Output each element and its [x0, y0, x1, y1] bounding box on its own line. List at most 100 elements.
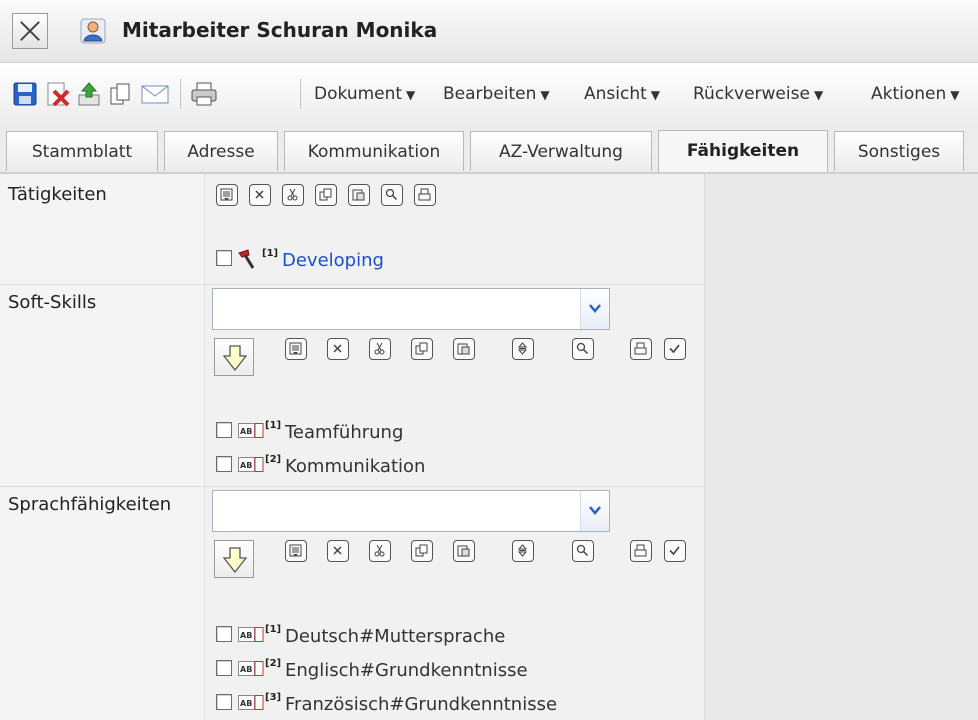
hammer-icon — [238, 249, 255, 269]
list-item: Deutsch#Muttersprache — [285, 626, 506, 647]
text-field-icon: AB — [238, 661, 264, 676]
person-icon — [80, 18, 106, 44]
print-icon[interactable] — [190, 81, 218, 107]
tab-az-verwaltung[interactable]: AZ-Verwaltung — [470, 131, 652, 171]
label-softskills: Soft-Skills — [8, 292, 97, 313]
add-down-button[interactable] — [214, 338, 254, 376]
chevron-down-icon[interactable] — [580, 289, 609, 329]
index-marker: [3] — [265, 692, 282, 703]
text-field-icon: AB — [238, 627, 264, 642]
menu-label: Bearbeiten — [443, 84, 537, 104]
checkbox-kommunikation[interactable] — [216, 456, 232, 472]
print-icon[interactable] — [414, 184, 436, 206]
list-item: Französisch#Grundkenntnisse — [285, 694, 558, 715]
checkbox-developing[interactable] — [216, 250, 232, 266]
paste-icon[interactable] — [453, 540, 475, 562]
paste-icon[interactable] — [348, 184, 370, 206]
check-icon[interactable] — [664, 540, 686, 562]
upload-icon[interactable] — [76, 81, 102, 107]
tab-faehigkeiten[interactable]: Fähigkeiten — [658, 130, 828, 172]
caret-down-icon: ▼ — [540, 88, 550, 102]
insert-icon[interactable] — [285, 540, 307, 562]
tab-sonstiges[interactable]: Sonstiges — [834, 131, 964, 171]
toolbar: Dokument ▼ Bearbeiten ▼ Ansicht ▼ Rückverwe… — [0, 63, 978, 127]
insert-icon[interactable] — [285, 338, 307, 360]
softskills-select[interactable] — [212, 288, 610, 330]
mail-icon[interactable] — [140, 81, 170, 107]
svg-text:AB: AB — [240, 665, 252, 674]
menu-aktionen[interactable]: Aktionen ▼ — [871, 84, 960, 104]
label-sprachfaehigkeiten: Sprachfähigkeiten — [8, 494, 172, 515]
toolbar-separator — [180, 79, 181, 109]
sprachen-select[interactable] — [212, 490, 610, 532]
tab-kommunikation[interactable]: Kommunikation — [284, 131, 464, 171]
caret-down-icon: ▼ — [650, 88, 661, 102]
print-icon[interactable] — [630, 338, 652, 360]
search-icon[interactable] — [381, 184, 403, 206]
checkbox-englisch[interactable] — [216, 660, 232, 676]
tab-bar: Stammblatt Adresse Kommunikation AZ-Verw… — [0, 126, 978, 174]
empty-column — [704, 174, 978, 720]
svg-text:AB: AB — [240, 461, 252, 470]
checkbox-teamfuehrung[interactable] — [216, 422, 232, 438]
delete-icon[interactable] — [44, 81, 70, 107]
svg-text:AB: AB — [240, 427, 252, 436]
label-taetigkeiten: Tätigkeiten — [8, 184, 107, 205]
caret-down-icon: ▼ — [406, 88, 416, 102]
svg-text:AB: AB — [240, 699, 252, 708]
tab-content: Tätigkeiten [1] Developing Soft-Skills A… — [0, 174, 978, 720]
cut-icon[interactable] — [369, 338, 391, 360]
print-icon[interactable] — [630, 540, 652, 562]
menu-rueckverweise[interactable]: Rückverweise ▼ — [693, 84, 823, 104]
label-column — [0, 174, 204, 720]
menu-label: Rückverweise — [693, 84, 810, 104]
sort-icon[interactable] — [512, 338, 534, 360]
save-icon[interactable] — [12, 81, 38, 107]
caret-down-icon: ▼ — [950, 88, 960, 102]
row-divider — [0, 284, 704, 285]
sort-icon[interactable] — [512, 540, 534, 562]
copy-icon[interactable] — [315, 184, 337, 206]
checkbox-deutsch[interactable] — [216, 626, 232, 642]
cut-icon[interactable] — [369, 540, 391, 562]
menu-bearbeiten[interactable]: Bearbeiten ▼ — [443, 84, 550, 104]
menu-dokument[interactable]: Dokument ▼ — [314, 84, 415, 104]
link-developing[interactable]: Developing — [282, 250, 384, 271]
window-titlebar: Mitarbeiter Schuran Monika — [0, 0, 978, 63]
index-marker: [1] — [262, 248, 279, 259]
add-down-button[interactable] — [214, 540, 254, 578]
insert-icon[interactable] — [216, 184, 238, 206]
tab-stammblatt[interactable]: Stammblatt — [6, 131, 158, 171]
row-divider — [0, 486, 704, 487]
remove-icon[interactable] — [327, 540, 349, 562]
index-marker: [1] — [265, 624, 282, 635]
check-icon[interactable] — [664, 338, 686, 360]
search-icon[interactable] — [572, 540, 594, 562]
menu-label: Aktionen — [871, 84, 947, 104]
copy-icon[interactable] — [411, 540, 433, 562]
remove-icon[interactable] — [249, 184, 271, 206]
cut-icon[interactable] — [282, 184, 304, 206]
text-field-icon: AB — [238, 457, 264, 472]
index-marker: [2] — [265, 658, 282, 669]
tab-adresse[interactable]: Adresse — [164, 131, 278, 171]
checkbox-franzoesisch[interactable] — [216, 694, 232, 710]
window-title: Mitarbeiter Schuran Monika — [122, 18, 438, 42]
list-item: Teamführung — [285, 422, 404, 443]
copy-icon[interactable] — [108, 81, 134, 107]
menu-ansicht[interactable]: Ansicht ▼ — [584, 84, 660, 104]
copy-icon[interactable] — [411, 338, 433, 360]
remove-icon[interactable] — [327, 338, 349, 360]
menu-label: Dokument — [314, 84, 403, 104]
caret-down-icon: ▼ — [813, 88, 824, 102]
close-button[interactable] — [12, 13, 48, 49]
menu-label: Ansicht — [584, 84, 647, 104]
paste-icon[interactable] — [453, 338, 475, 360]
svg-text:AB: AB — [240, 631, 252, 640]
text-field-icon: AB — [238, 695, 264, 710]
list-item: Englisch#Grundkenntnisse — [285, 660, 528, 681]
index-marker: [1] — [265, 420, 282, 431]
chevron-down-icon[interactable] — [580, 491, 609, 531]
toolbar-separator — [300, 79, 301, 109]
search-icon[interactable] — [572, 338, 594, 360]
